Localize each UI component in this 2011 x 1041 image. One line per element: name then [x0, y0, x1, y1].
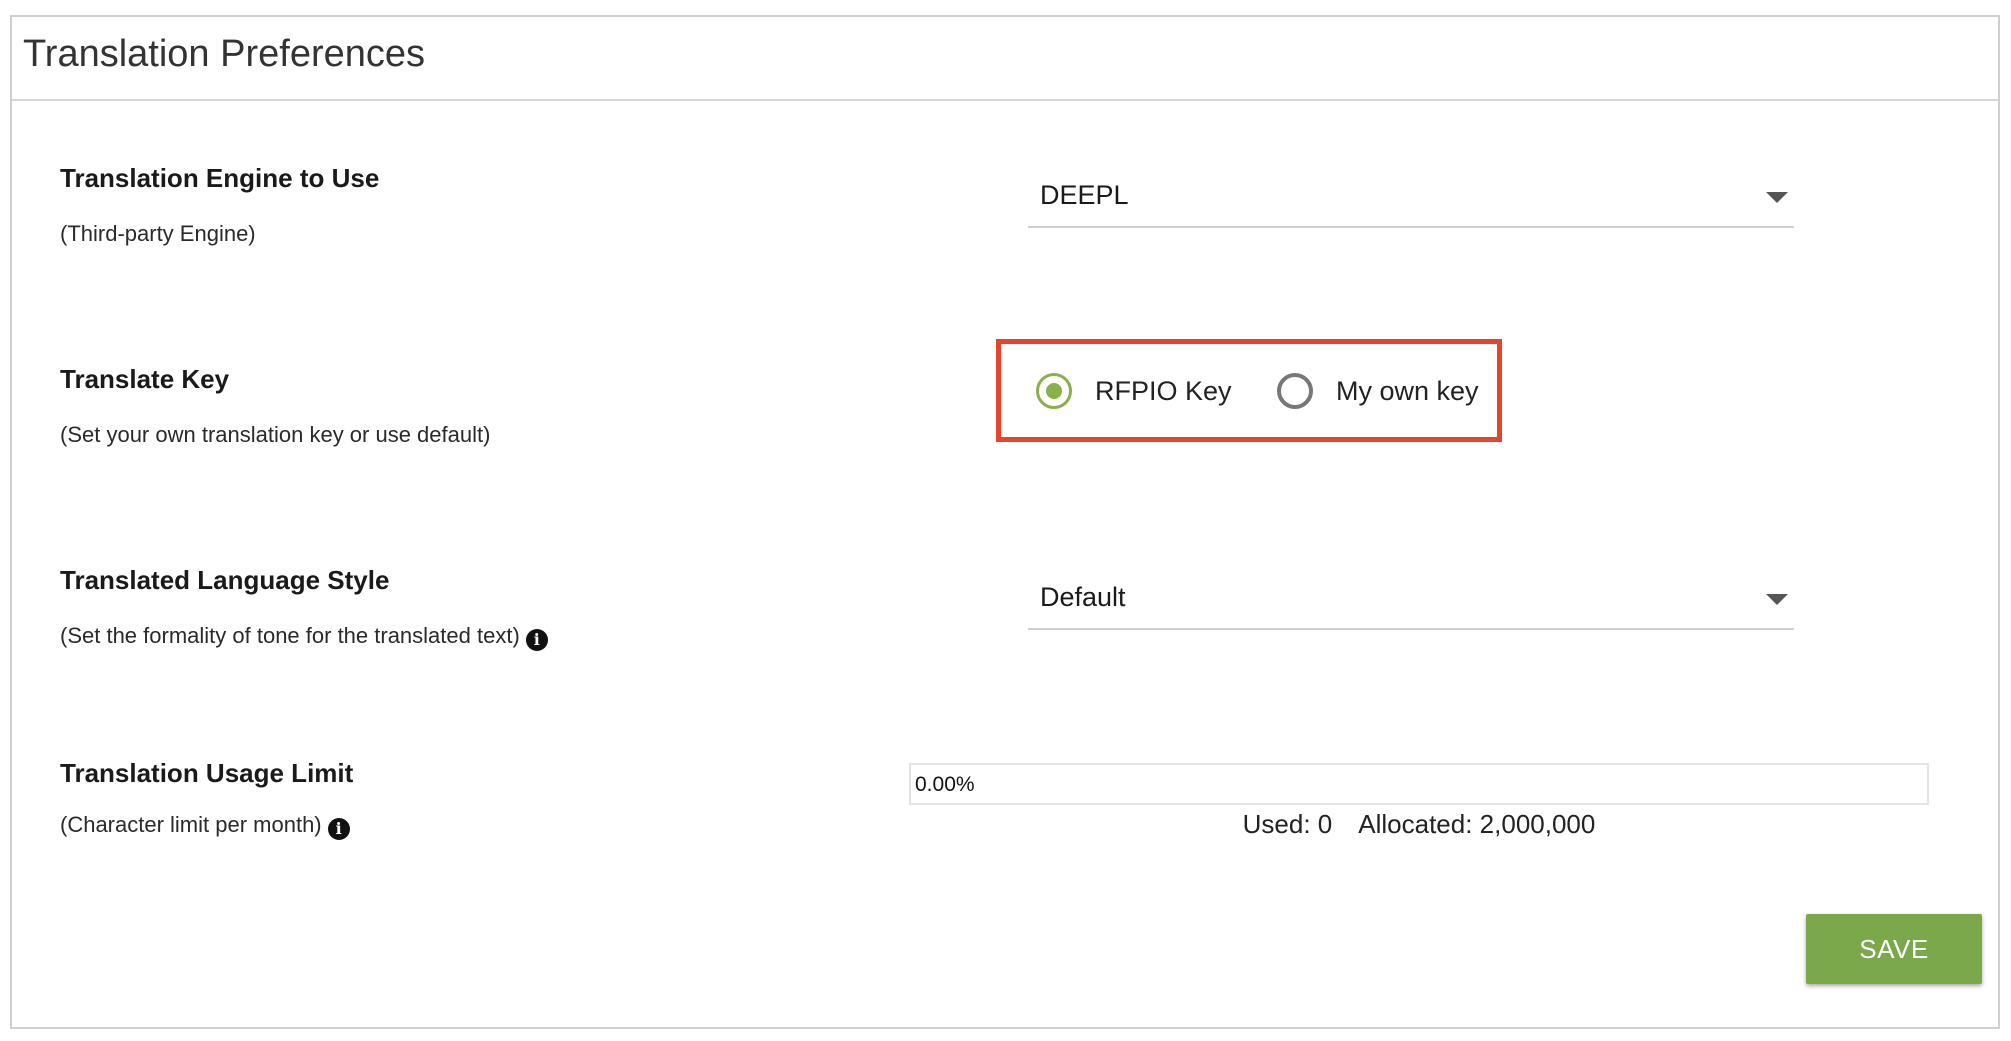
- usage-limit-sublabel-text: (Character limit per month): [60, 812, 322, 837]
- translate-key-label: Translate Key: [60, 364, 230, 394]
- language-style-select[interactable]: Default: [1028, 572, 1794, 630]
- radio-label-my-own-key: My own key: [1336, 375, 1479, 406]
- language-style-sublabel-text: (Set the formality of tone for the trans…: [60, 623, 520, 648]
- radio-option-rfpio-key[interactable]: RFPIO Key: [1036, 370, 1232, 412]
- panel-title: Translation Preferences: [23, 33, 426, 75]
- radio-label-rfpio-key: RFPIO Key: [1095, 375, 1232, 406]
- usage-allocated: Allocated: 2,000,000: [1358, 809, 1596, 839]
- language-style-label: Translated Language Style: [60, 565, 390, 595]
- engine-select[interactable]: DEEPL: [1028, 170, 1794, 228]
- engine-sublabel: (Third-party Engine): [60, 221, 256, 246]
- radio-option-my-own-key[interactable]: My own key: [1277, 370, 1479, 412]
- language-style-sublabel: (Set the formality of tone for the trans…: [60, 623, 548, 651]
- usage-stats: Used: 0 Allocated: 2,000,000: [909, 809, 1929, 840]
- usage-percent-text: 0.00%: [915, 773, 975, 796]
- info-circle-icon[interactable]: i: [327, 818, 350, 840]
- caret-down-icon: [1766, 192, 1788, 203]
- radio-selected-icon[interactable]: [1036, 373, 1072, 409]
- caret-down-icon: [1766, 594, 1788, 605]
- language-style-select-value: Default: [1040, 582, 1126, 612]
- translate-key-sublabel: (Set your own translation key or use def…: [60, 422, 491, 447]
- usage-limit-label: Translation Usage Limit: [60, 758, 354, 788]
- usage-used: Used: 0: [1242, 809, 1333, 839]
- engine-label: Translation Engine to Use: [60, 163, 380, 193]
- usage-progress-bar: 0.00%: [909, 763, 1929, 805]
- radio-unselected-icon[interactable]: [1277, 373, 1313, 409]
- info-circle-icon[interactable]: i: [525, 629, 548, 651]
- usage-limit-sublabel: (Character limit per month) i: [60, 812, 350, 840]
- save-button[interactable]: SAVE: [1806, 914, 1982, 984]
- panel-header: Translation Preferences: [12, 17, 1998, 101]
- engine-select-value: DEEPL: [1040, 180, 1129, 210]
